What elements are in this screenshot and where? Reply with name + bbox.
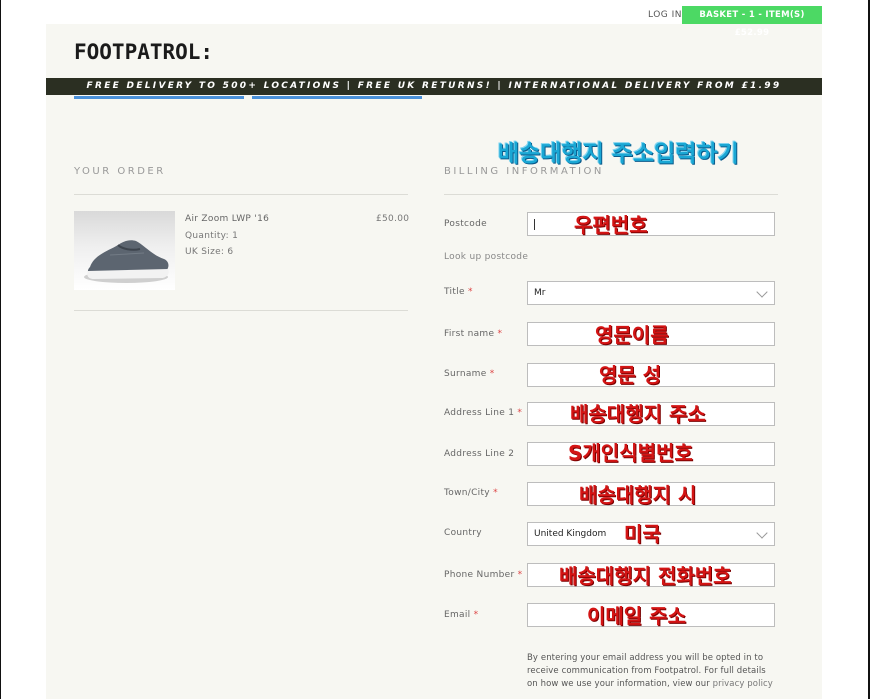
email-opt-in-note: By entering your email address you will … <box>527 653 773 689</box>
address-line-1-label: Address Line 1 * <box>444 408 523 418</box>
town-city-label: Town/City * <box>444 488 498 498</box>
divider <box>74 194 408 195</box>
annotation-email: 이메일 주소 <box>587 604 686 628</box>
annotation-surname: 영문 성 <box>599 363 662 387</box>
chevron-down-icon <box>756 527 768 539</box>
annotation-postcode: 우편번호 <box>574 213 648 237</box>
annotation-phone: 배송대행지 전화번호 <box>559 564 732 588</box>
nav-underline <box>252 96 422 99</box>
text-caret <box>534 219 535 230</box>
surname-label: Surname * <box>444 369 495 379</box>
annotation-title: 배송대행지 주소입력하기 <box>498 141 739 167</box>
product-size: UK Size: 6 <box>185 247 234 257</box>
phone-number-label: Phone Number * <box>444 570 523 580</box>
title-select[interactable]: Mr <box>527 281 775 305</box>
postcode-label: Postcode <box>444 219 487 229</box>
email-label: Email * <box>444 610 479 620</box>
product-price: £50.00 <box>376 214 410 224</box>
basket-button[interactable]: BASKET - 1 - ITEM(S) £52.99 <box>682 6 822 38</box>
address-line-2-label: Address Line 2 <box>444 449 515 459</box>
your-order-heading: YOUR ORDER <box>74 166 166 177</box>
title-label: Title * <box>444 287 473 297</box>
login-link[interactable]: LOG IN <box>648 6 682 24</box>
privacy-policy-link[interactable]: privacy policy <box>713 679 773 689</box>
delivery-banner: FREE DELIVERY TO 500+ LOCATIONS | FREE U… <box>46 78 822 95</box>
divider <box>444 194 778 195</box>
first-name-label: First name * <box>444 329 503 339</box>
nav-underline <box>74 96 244 99</box>
divider <box>74 310 408 311</box>
annotation-address2: S개인식별번호 <box>568 441 693 465</box>
product-quantity: Quantity: 1 <box>185 231 239 241</box>
lookup-postcode-link[interactable]: Look up postcode <box>444 252 528 262</box>
product-name[interactable]: Air Zoom LWP '16 <box>185 214 269 224</box>
top-bar: LOG IN BASKET - 1 - ITEM(S) £52.99 <box>46 6 822 38</box>
postcode-input[interactable] <box>527 212 775 236</box>
footpatrol-logo[interactable]: FOOTPATROL: <box>74 40 213 64</box>
annotation-country: 미국 <box>624 522 661 546</box>
annotation-first-name: 영문이름 <box>595 323 669 347</box>
annotation-town: 배송대행지 시 <box>579 483 697 507</box>
checkout-page: LOG IN BASKET - 1 - ITEM(S) £52.99 FOOTP… <box>46 6 822 699</box>
annotation-address1: 배송대행지 주소 <box>570 402 706 426</box>
country-label: Country <box>444 528 482 538</box>
window-border-left <box>0 0 1 699</box>
chevron-down-icon <box>756 286 768 298</box>
product-image[interactable] <box>74 211 175 290</box>
